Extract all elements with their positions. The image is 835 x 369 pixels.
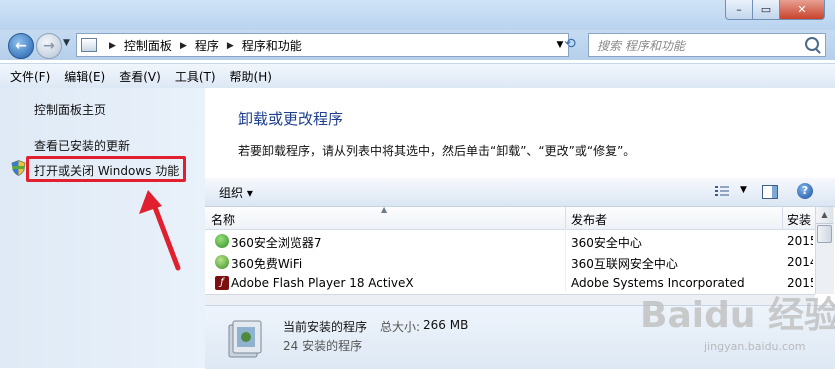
command-bar: 组织 ▾ ▼ ? (205, 178, 835, 207)
minimize-button[interactable]: – (725, 0, 753, 20)
list-header: ▲ 名称 发布者 安装 (205, 205, 815, 230)
scroll-thumb[interactable] (817, 225, 832, 243)
menu-file[interactable]: 文件(F) (0, 68, 57, 85)
shield-icon (11, 160, 26, 176)
chevron-right-icon[interactable]: ▶ (180, 41, 187, 51)
program-name: Adobe Flash Player 18 ActiveX (231, 276, 414, 290)
column-divider[interactable] (782, 207, 783, 229)
breadcrumb: ▶ 控制面板 ▶ 程序 ▶ 程序和功能 (101, 37, 302, 54)
views-dropdown-icon[interactable]: ▼ (740, 185, 747, 195)
vertical-scrollbar[interactable]: ▲ (815, 207, 834, 294)
views-icon[interactable] (715, 186, 729, 196)
breadcrumb-control-panel[interactable]: 控制面板 (124, 37, 172, 54)
total-size-value: 266 MB (423, 318, 469, 332)
maximize-button[interactable]: ▭ (753, 0, 780, 20)
back-button[interactable]: ← (8, 33, 34, 59)
preview-pane-icon[interactable] (762, 185, 778, 199)
watermark: Baidu 经验 jingyan.baidu.com (640, 286, 835, 366)
360-browser-icon (215, 234, 229, 248)
total-size-label: 总大小: (380, 320, 421, 334)
chevron-right-icon[interactable]: ▶ (109, 41, 116, 51)
baidu-logo: Baidu 经验 (640, 295, 835, 336)
menu-bar: 文件(F) 编辑(E) 查看(V) 工具(T) 帮助(H) (0, 63, 835, 89)
scroll-up-icon[interactable]: ▲ (816, 207, 833, 224)
menu-edit[interactable]: 编辑(E) (57, 68, 112, 85)
search-icon[interactable] (805, 37, 819, 51)
column-publisher[interactable]: 发布者 (571, 211, 607, 228)
sort-ascending-icon: ▲ (381, 205, 388, 214)
menu-tools[interactable]: 工具(T) (168, 68, 223, 85)
program-install-date: 2015 (787, 234, 813, 248)
column-divider[interactable] (565, 207, 566, 229)
installed-count: 24 安装的程序 (283, 339, 363, 353)
title-bar: – ▭ ✕ (0, 0, 835, 30)
page-title: 卸载或更改程序 (238, 110, 344, 128)
address-bar[interactable]: ▶ 控制面板 ▶ 程序 ▶ 程序和功能 (76, 33, 554, 57)
column-name[interactable]: 名称 (211, 211, 235, 228)
breadcrumb-programs-features[interactable]: 程序和功能 (242, 37, 302, 54)
annotation-arrow-icon (139, 190, 181, 271)
column-install-date[interactable]: 安装 (787, 211, 811, 228)
list-item[interactable]: 360免费WiFi 360互联网安全中心 2014 (205, 252, 815, 273)
360-wifi-icon (215, 255, 229, 269)
forward-button[interactable]: → (36, 33, 62, 59)
program-publisher: 360安全中心 (571, 236, 642, 250)
organize-button[interactable]: 组织 ▾ (219, 184, 253, 201)
programs-icon (228, 320, 262, 358)
annotation-highlight-box (26, 156, 186, 182)
details-title: 当前安装的程序 (283, 320, 368, 334)
view-installed-updates-link[interactable]: 查看已安装的更新 (34, 137, 130, 154)
flash-icon: ƒ (215, 276, 229, 290)
page-description: 若要卸载程序，请从列表中将其选中，然后单击“卸载”、“更改”或“修复”。 (238, 144, 636, 158)
chevron-right-icon[interactable]: ▶ (227, 41, 234, 51)
program-name: 360安全浏览器7 (231, 236, 322, 250)
menu-help[interactable]: 帮助(H) (223, 68, 279, 85)
search-placeholder: 搜索 程序和功能 (597, 39, 685, 53)
search-input[interactable]: 搜索 程序和功能 (588, 33, 826, 57)
control-panel-home-link[interactable]: 控制面板主页 (34, 101, 106, 118)
program-publisher: 360互联网安全中心 (571, 257, 678, 271)
close-button[interactable]: ✕ (780, 0, 825, 20)
help-icon[interactable]: ? (797, 183, 813, 199)
breadcrumb-programs[interactable]: 程序 (195, 37, 219, 54)
program-name: 360免费WiFi (231, 257, 303, 271)
refresh-icon[interactable]: ⟲ (558, 33, 582, 55)
program-install-date: 2014 (787, 255, 813, 269)
watermark-url: jingyan.baidu.com (704, 340, 806, 353)
recent-pages-dropdown-icon[interactable]: ▼ (63, 38, 70, 48)
window-controls: – ▭ ✕ (725, 0, 825, 20)
menu-view[interactable]: 查看(V) (112, 68, 168, 85)
control-panel-icon (81, 38, 97, 52)
list-item[interactable]: 360安全浏览器7 360安全中心 2015 (205, 231, 815, 252)
